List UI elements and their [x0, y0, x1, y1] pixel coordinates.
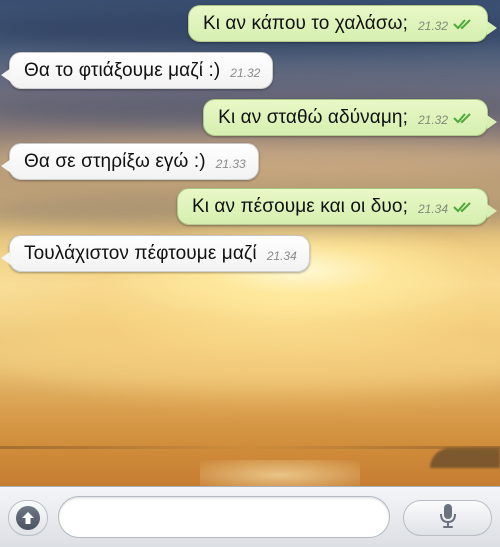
- distant-land: [430, 448, 500, 468]
- microphone-button[interactable]: [403, 500, 492, 536]
- message-bubble-outgoing[interactable]: Κι αν σταθώ αδύναμη; 21.32: [203, 99, 497, 136]
- message-input[interactable]: [58, 496, 390, 538]
- message-time: 21.34: [266, 249, 297, 263]
- message-bubble-outgoing[interactable]: Κι αν κάπου το χαλάσω; 21.32: [187, 5, 498, 42]
- message-text: Κι αν πέσουμε και οι δυο;: [191, 195, 408, 217]
- message-bubble-incoming[interactable]: Θα το φτιάξουμε μαζί :) 21.32: [0, 52, 274, 89]
- message-composer: [0, 486, 500, 547]
- horizon-line: [0, 446, 500, 449]
- arrow-up-circle-icon: [16, 506, 40, 530]
- message-time: 21.32: [417, 19, 448, 33]
- cloud-layer: [0, 330, 500, 390]
- message-bubble-outgoing[interactable]: Κι αν πέσουμε και οι δυο; 21.34: [176, 188, 498, 225]
- message-time: 21.32: [230, 66, 261, 80]
- message-time: 21.33: [215, 157, 246, 171]
- double-check-icon: [453, 200, 475, 218]
- attach-button[interactable]: [8, 500, 48, 536]
- double-check-icon: [453, 111, 475, 129]
- message-time: 21.32: [417, 113, 448, 127]
- double-check-icon: [453, 17, 475, 35]
- message-text: Κι αν σταθώ αδύναμη;: [218, 106, 408, 128]
- message-text: Θα το φτιάξουμε μαζί :): [24, 59, 221, 81]
- microphone-icon: [439, 503, 457, 534]
- message-text: Θα σε στηρίξω εγώ :): [24, 150, 206, 172]
- message-text: Κι αν κάπου το χαλάσω;: [202, 12, 408, 34]
- message-time: 21.34: [417, 202, 448, 216]
- message-bubble-incoming[interactable]: Θα σε στηρίξω εγώ :) 21.33: [1, 143, 259, 180]
- message-bubble-incoming[interactable]: Τουλάχιστον πέφτουμε μαζί 21.34: [1, 235, 310, 272]
- message-text: Τουλάχιστον πέφτουμε μαζί: [24, 242, 257, 264]
